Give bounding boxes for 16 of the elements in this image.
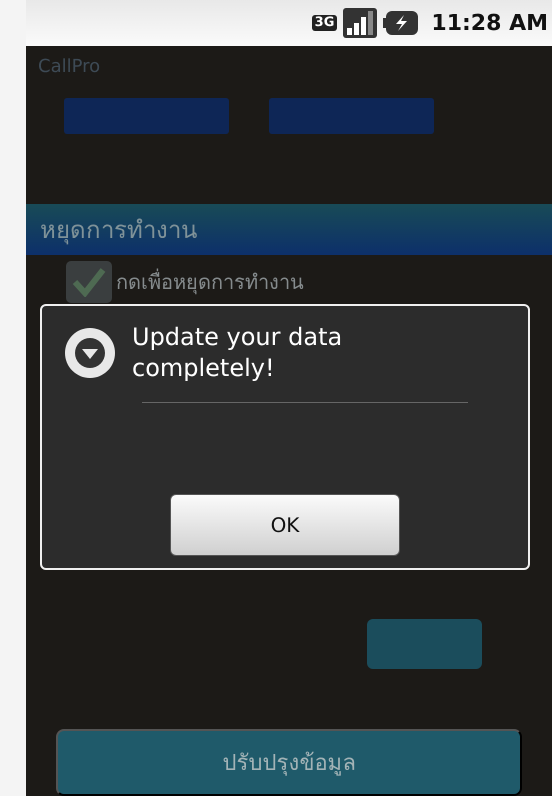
checkmark-icon (72, 267, 106, 298)
signal-icon (343, 8, 378, 38)
battery-charging-icon (383, 10, 420, 36)
status-time: 11:28 AM (431, 10, 548, 36)
alert-icon (64, 327, 116, 380)
checkbox[interactable] (66, 261, 112, 304)
network-type-icon: 3G (312, 14, 338, 32)
ok-button[interactable]: OK (170, 494, 400, 556)
dialog-message: Update your data completely! (132, 322, 344, 384)
app-title: CallPro (37, 55, 102, 79)
checkbox-label: กดเพื่อหยุดการทำงาน (116, 268, 304, 296)
dimmed-button[interactable] (367, 619, 482, 670)
dimmed-button[interactable] (269, 98, 434, 134)
section-header: หยุดการทำงาน (26, 204, 552, 256)
dimmed-button[interactable] (64, 98, 229, 134)
update-button[interactable]: ปรับปรุงข้อมูล (56, 729, 522, 796)
